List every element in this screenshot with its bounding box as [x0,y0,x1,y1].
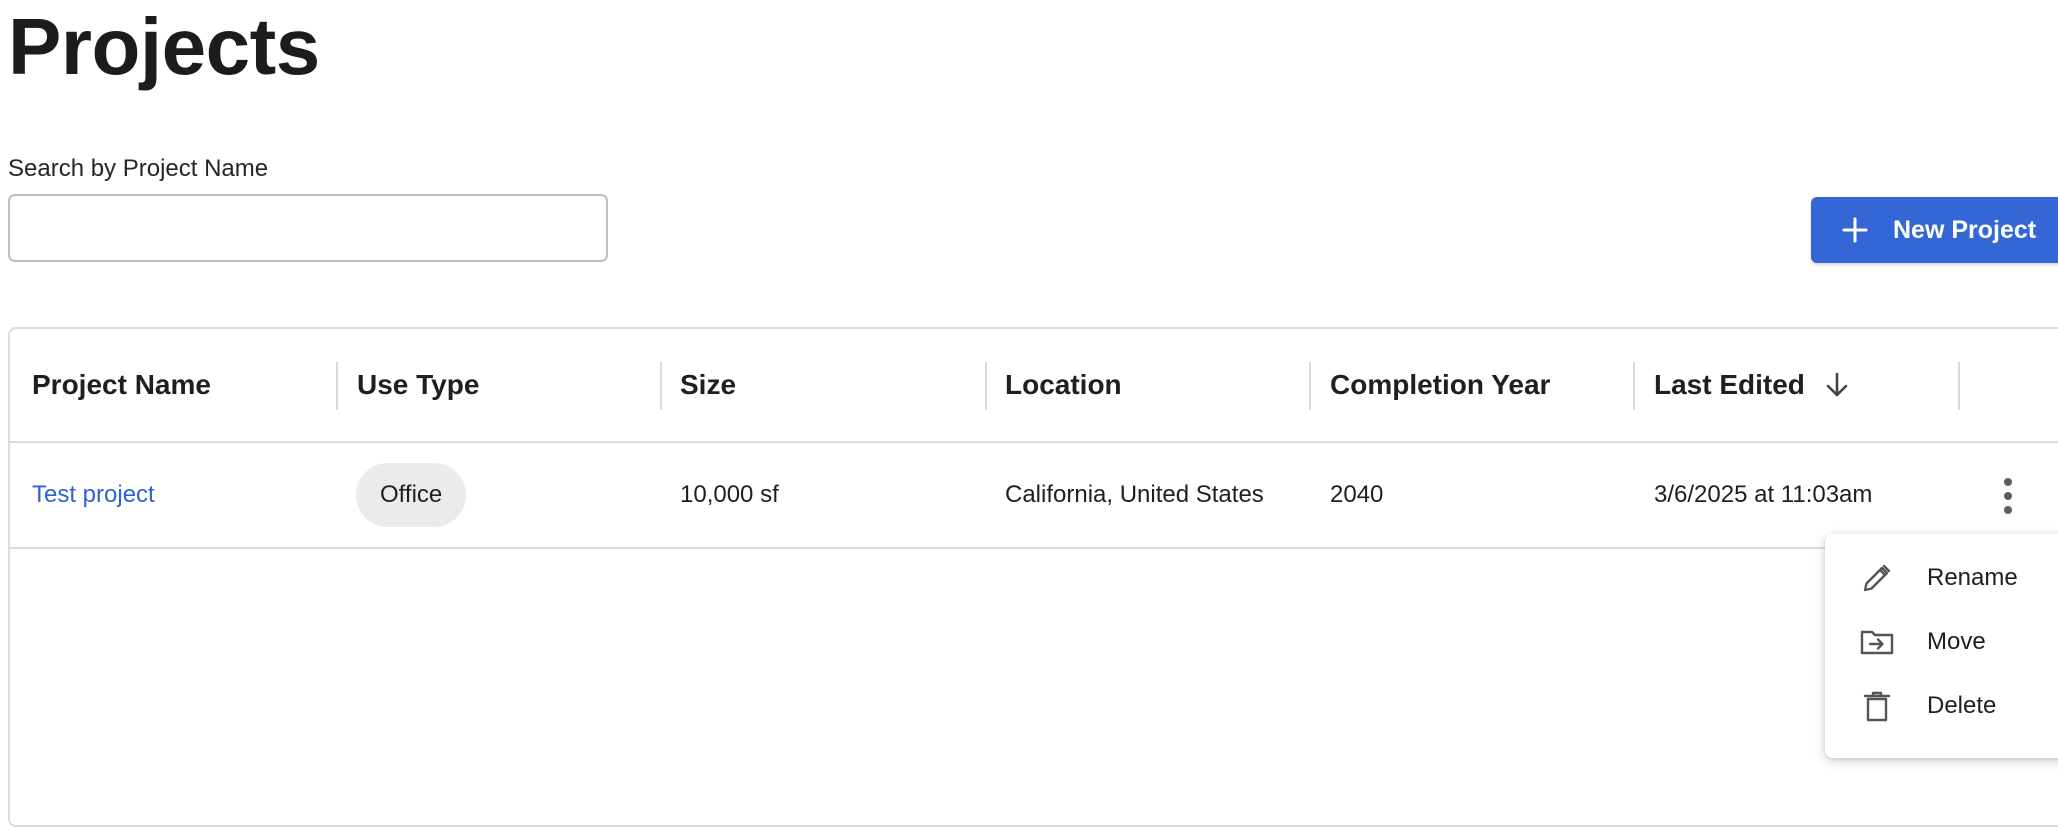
column-header-label: Last Edited [1654,369,1805,400]
last-edited-cell: 3/6/2025 at 11:03am [1654,481,1873,508]
column-header-last-edited[interactable]: Last Edited [1654,329,1851,441]
menu-item-label: Delete [1927,692,1997,719]
menu-item-rename[interactable]: Rename [1825,546,2058,610]
column-header-label: Use Type [357,369,480,400]
column-divider[interactable] [1958,362,1960,410]
column-header-label: Location [1005,369,1122,400]
row-actions-menu: Rename Move Delete [1825,534,2058,758]
column-header-completion-year[interactable]: Completion Year [1330,329,1550,441]
column-divider[interactable] [1309,362,1311,410]
column-divider[interactable] [985,362,987,410]
project-name-link[interactable]: Test project [32,481,155,509]
column-header-label: Project Name [32,369,211,400]
search-input[interactable] [8,194,608,262]
arrow-down-icon[interactable] [1823,371,1851,399]
menu-item-label: Rename [1927,564,2018,591]
kebab-dot [2004,478,2012,486]
kebab-dot [2004,506,2012,514]
table-row: Test project Office 10,000 sf California… [10,443,2058,549]
column-header-project-name[interactable]: Project Name [32,329,211,441]
folder-move-icon [1859,624,1895,660]
column-header-location[interactable]: Location [1005,329,1122,441]
kebab-dot [2004,492,2012,500]
column-header-label: Completion Year [1330,369,1551,400]
column-divider[interactable] [336,362,338,410]
column-header-use-type[interactable]: Use Type [357,329,479,441]
location-cell: California, United States [1005,481,1264,508]
pencil-icon [1859,560,1895,596]
menu-item-move[interactable]: Move [1825,610,2058,674]
page-title: Projects [8,2,320,91]
column-header-label: Size [680,369,737,400]
row-actions-button[interactable] [1990,476,2026,516]
menu-item-delete[interactable]: Delete [1825,674,2058,738]
new-project-label: New Project [1893,215,2037,244]
search-label: Search by Project Name [8,155,269,182]
menu-item-label: Move [1927,628,1986,655]
column-header-size[interactable]: Size [680,329,736,441]
use-type-chip: Office [356,463,467,527]
size-cell: 10,000 sf [680,481,779,508]
new-project-button[interactable]: New Project [1811,197,2058,263]
trash-icon [1859,688,1895,724]
column-divider[interactable] [1633,362,1635,410]
projects-table: Project Name Use Type Size Location Comp… [8,327,2058,827]
plus-icon [1841,216,1869,244]
completion-year-cell: 2040 [1330,481,1384,508]
table-header-row: Project Name Use Type Size Location Comp… [10,329,2058,443]
column-divider[interactable] [660,362,662,410]
